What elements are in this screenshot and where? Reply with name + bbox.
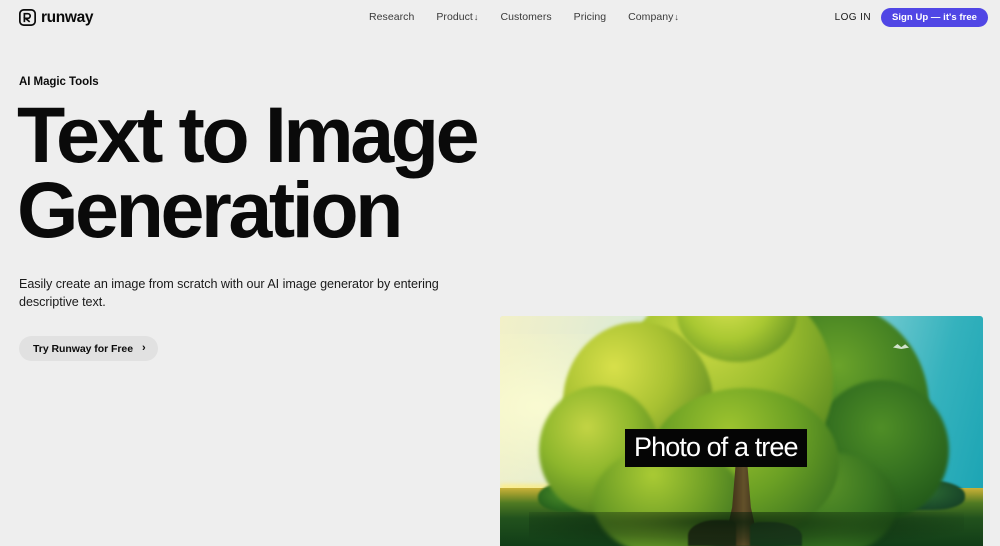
nav-item-company[interactable]: Company ↓ — [628, 12, 679, 23]
cta-label: Try Runway for Free — [33, 342, 133, 355]
nav-item-customers[interactable]: Customers — [500, 12, 551, 23]
image-prompt-caption: Photo of a tree — [625, 429, 807, 468]
chevron-down-icon: ↓ — [473, 11, 479, 22]
eyebrow-label: AI Magic Tools — [19, 76, 99, 88]
brand-logo-link[interactable]: runway — [19, 9, 94, 27]
runway-r-mark-icon — [19, 9, 37, 27]
nav-item-product-label: Product — [436, 11, 473, 23]
try-runway-for-free-button[interactable]: Try Runway for Free › — [19, 336, 158, 361]
page-title-line-2: Generation — [17, 165, 403, 255]
sign-up-button[interactable]: Sign Up — it's free — [880, 8, 988, 27]
nav-item-research[interactable]: Research — [369, 12, 414, 23]
chevron-down-icon: ↓ — [674, 11, 679, 22]
site-header: runway Research Product ↓ Customers Pric… — [0, 0, 1000, 37]
nav-item-pricing-label: Pricing — [573, 11, 607, 23]
tree-ground-shadow — [528, 512, 964, 546]
chevron-right-icon: › — [142, 341, 146, 354]
hero-media-preview[interactable]: Photo of a tree — [500, 316, 983, 546]
hero-description: Easily create an image from scratch with… — [19, 277, 439, 310]
nav-item-research-label: Research — [369, 11, 415, 23]
login-link[interactable]: LOG IN — [835, 12, 871, 23]
nav-item-pricing[interactable]: Pricing — [574, 12, 606, 23]
nav-item-product[interactable]: Product ↓ — [436, 12, 478, 23]
brand-wordmark: runway — [41, 9, 94, 27]
nav-item-customers-label: Customers — [500, 11, 552, 23]
header-actions: LOG IN Sign Up — it's free — [835, 8, 988, 27]
nav-item-company-label: Company — [628, 11, 674, 23]
primary-navigation: Research Product ↓ Customers Pricing Com… — [369, 12, 679, 23]
page-title: Text to Image Generation — [17, 95, 537, 249]
